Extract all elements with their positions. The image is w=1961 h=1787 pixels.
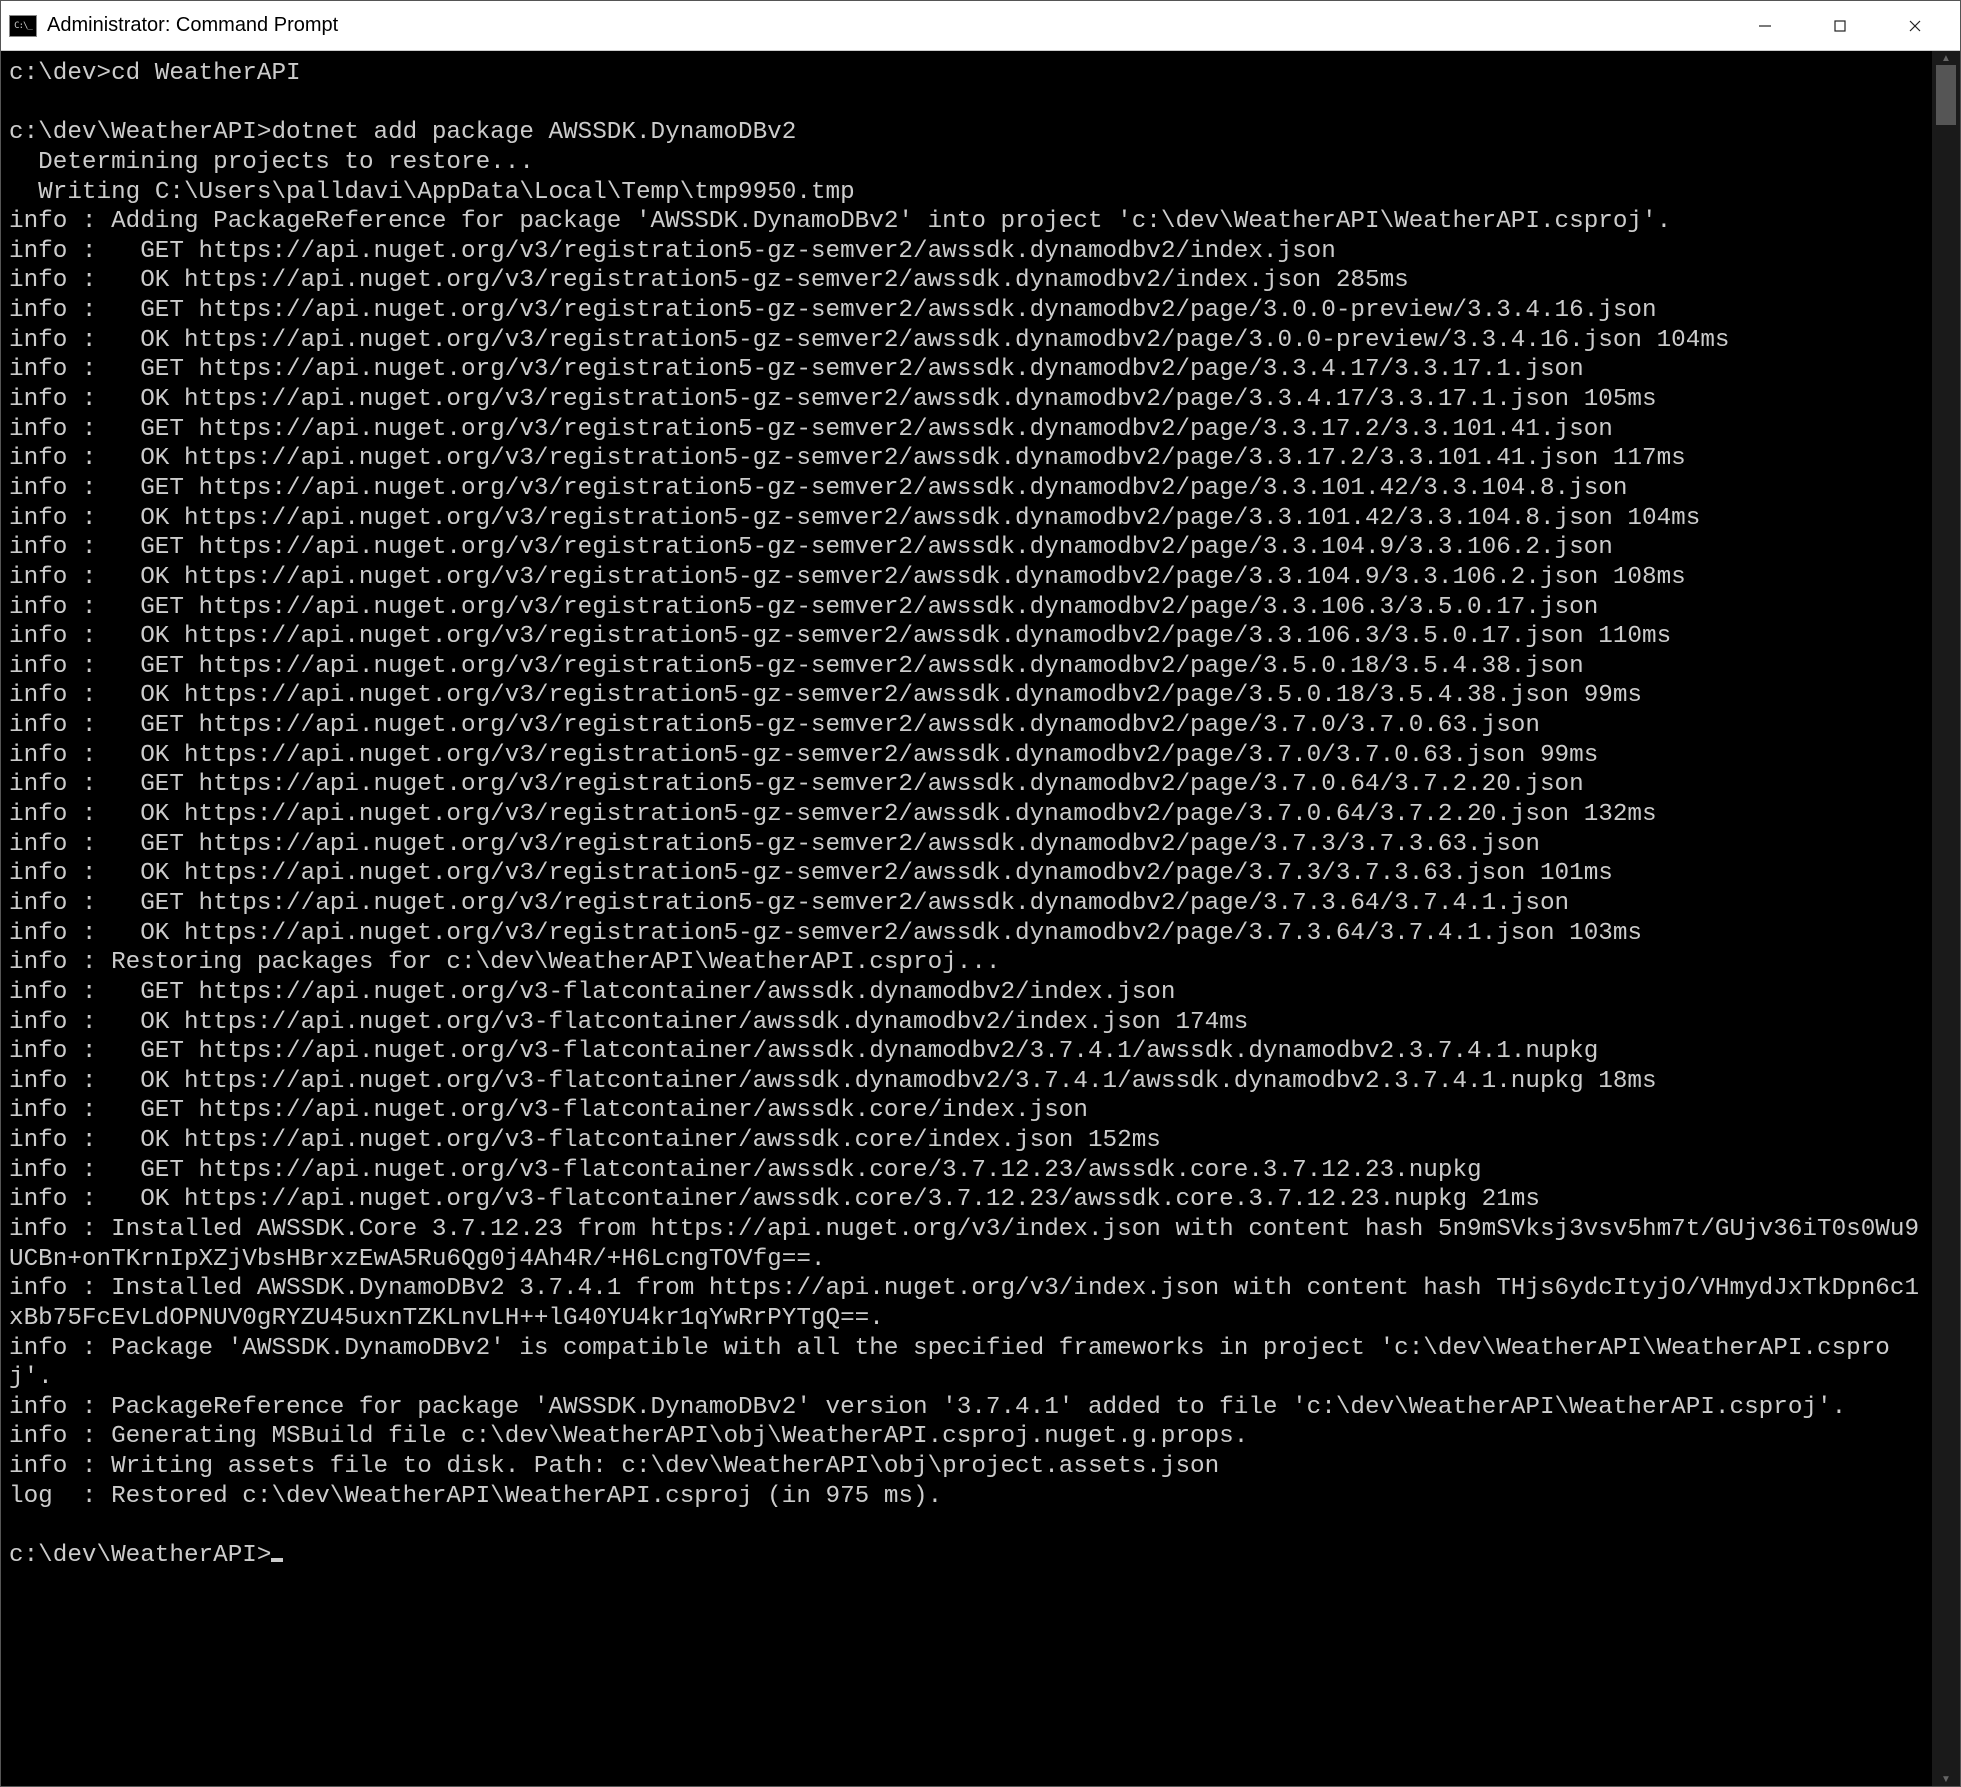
cmd-icon — [9, 15, 37, 37]
window-title: Administrator: Command Prompt — [47, 14, 1727, 37]
maximize-button[interactable] — [1802, 1, 1877, 50]
titlebar[interactable]: Administrator: Command Prompt — [1, 1, 1960, 51]
scroll-down-arrow[interactable]: ▼ — [1932, 1772, 1960, 1786]
window-controls — [1727, 1, 1952, 50]
maximize-icon — [1832, 18, 1848, 34]
terminal-area: c:\dev>cd WeatherAPI c:\dev\WeatherAPI>d… — [1, 51, 1960, 1786]
cursor — [271, 1558, 283, 1562]
scroll-thumb[interactable] — [1936, 65, 1956, 125]
scrollbar[interactable]: ▲ ▼ — [1932, 51, 1960, 1786]
close-icon — [1907, 18, 1923, 34]
minimize-icon — [1757, 18, 1773, 34]
command-prompt-window: Administrator: Command Prompt c:\dev>cd … — [0, 0, 1961, 1787]
scroll-up-arrow[interactable]: ▲ — [1932, 51, 1960, 65]
close-button[interactable] — [1877, 1, 1952, 50]
minimize-button[interactable] — [1727, 1, 1802, 50]
terminal-output[interactable]: c:\dev>cd WeatherAPI c:\dev\WeatherAPI>d… — [1, 51, 1932, 1786]
